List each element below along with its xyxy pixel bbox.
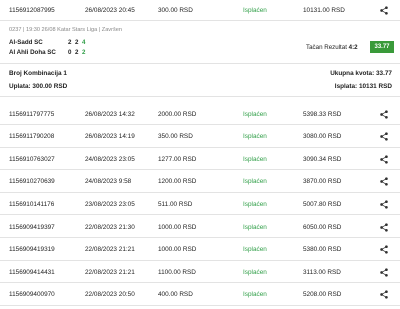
ticket-date: 22/08/2023 21:30 <box>85 223 135 231</box>
share-icon[interactable] <box>378 0 390 20</box>
ticket-row[interactable]: 1156909419397 22/08/2023 21:30 1000.00 RSD… <box>0 217 400 238</box>
ticket-id: 1156911790208 <box>9 133 55 141</box>
total-odds: Ukupna kvota: 33.77 <box>330 70 392 77</box>
ticket-date: 26/08/2023 14:32 <box>85 110 135 118</box>
ticket-status: Isplaćen <box>243 133 267 141</box>
ticket-detail: 0237 | 19:30 26/08 Katar Stars Liga | Za… <box>0 21 400 97</box>
ticket-payout: 3080.00 RSD <box>303 133 342 141</box>
ticket-stake: 511.00 RSD <box>158 200 193 208</box>
ticket-stake: 1000.00 RSD <box>158 223 197 231</box>
ticket-date: 26/08/2023 20:45 <box>85 6 135 14</box>
ticket-stake: 400.00 RSD <box>158 291 193 299</box>
ticket-stake: 1000.00 RSD <box>158 246 197 254</box>
share-icon[interactable] <box>378 217 390 237</box>
ticket-payout: 5007.80 RSD <box>303 200 342 208</box>
share-icon[interactable] <box>378 104 390 124</box>
share-icon[interactable] <box>378 262 390 282</box>
ticket-id: 1156909400970 <box>9 291 55 299</box>
ticket-status: Isplaćen <box>243 110 267 118</box>
ticket-payout: 5380.00 RSD <box>303 246 342 254</box>
ticket-stake: 1277.00 RSD <box>158 155 197 163</box>
bet-market-value: 4:2 <box>348 44 358 51</box>
ticket-payout: 5208.00 RSD <box>303 291 342 299</box>
ticket-row[interactable]: 1156911790208 26/08/2023 14:19 350.00 RSD I… <box>0 127 400 148</box>
match-meta: 0237 | 19:30 26/08 Katar Stars Liga | Za… <box>9 27 122 33</box>
ticket-stake: 300.00 RSD <box>158 6 193 14</box>
ticket-id: 1156912087995 <box>9 6 55 14</box>
ticket-date: 22/08/2023 20:50 <box>85 291 135 299</box>
payout-amount: Isplata: 10131 RSD <box>334 83 392 90</box>
ticket-status: Isplaćen <box>243 223 267 231</box>
payment-amount: Uplata: 300.00 RSD <box>9 83 68 90</box>
share-icon[interactable] <box>378 172 390 192</box>
ticket-status: Isplaćen <box>243 246 267 254</box>
ticket-row[interactable]: 1156910270639 24/08/2023 9:58 1200.00 RSD I… <box>0 172 400 193</box>
ticket-row[interactable]: 1156911797775 26/08/2023 14:32 2000.00 RSD… <box>0 104 400 125</box>
ticket-payout: 6050.00 RSD <box>303 223 342 231</box>
ticket-payout: 5398.33 RSD <box>303 110 342 118</box>
combination-count: Broj Kombinacija 1 <box>9 70 67 77</box>
ticket-id: 1156909419319 <box>9 246 55 254</box>
home-score-2: 2 <box>75 39 79 46</box>
odd-badge: 33.77 <box>370 41 394 53</box>
ticket-stake: 1200.00 RSD <box>158 178 197 186</box>
ticket-status: Isplaćen <box>243 268 267 276</box>
ticket-status: Isplaćen <box>243 178 267 186</box>
home-score-ft: 4 <box>82 39 86 46</box>
away-score-ht: 0 <box>68 49 72 56</box>
ticket-stake: 2000.00 RSD <box>158 110 197 118</box>
share-icon[interactable] <box>378 127 390 147</box>
ticket-id: 1156910270639 <box>9 178 55 186</box>
ticket-date: 24/08/2023 23:05 <box>85 155 135 163</box>
ticket-status: Isplaćen <box>243 6 267 14</box>
ticket-date: 24/08/2023 9:58 <box>85 178 132 186</box>
ticket-row[interactable]: 1156910763027 24/08/2023 23:05 1277.00 RSD… <box>0 149 400 171</box>
ticket-id: 1156910141176 <box>9 200 55 208</box>
ticket-status: Isplaćen <box>243 200 267 208</box>
ticket-id: 1156909419397 <box>9 223 55 231</box>
share-icon[interactable] <box>378 149 390 169</box>
ticket-payout: 3113.00 RSD <box>303 268 341 276</box>
ticket-date: 26/08/2023 14:19 <box>85 133 135 141</box>
share-icon[interactable] <box>378 285 390 305</box>
ticket-id: 1156911797775 <box>9 110 55 118</box>
bet-market-label: Tačan Rezultat <box>306 44 347 51</box>
ticket-stake: 350.00 RSD <box>158 133 193 141</box>
ticket-date: 22/08/2023 21:21 <box>85 246 135 254</box>
ticket-status: Isplaćen <box>243 155 267 163</box>
ticket-row[interactable]: 1156910141176 23/08/2023 23:05 511.00 RSD I… <box>0 194 400 216</box>
ticket-id: 1156909414431 <box>9 268 55 276</box>
ticket-payout: 10131.00 RSD <box>303 6 345 14</box>
ticket-date: 22/08/2023 21:21 <box>85 268 135 276</box>
ticket-summary: Broj Kombinacija 1 Uplata: 300.00 RSD Uk… <box>0 63 400 97</box>
ticket-row[interactable]: 1156909400970 22/08/2023 20:50 400.00 RSD I… <box>0 285 400 306</box>
ticket-payout: 3870.00 RSD <box>303 178 342 186</box>
ticket-payout: 3090.34 RSD <box>303 155 342 163</box>
away-score-ft: 2 <box>82 49 86 56</box>
ticket-stake: 1100.00 RSD <box>158 268 196 276</box>
away-score-2: 2 <box>75 49 79 56</box>
ticket-row[interactable]: 1156912087995 26/08/2023 20:45 300.00 RS… <box>0 0 400 21</box>
ticket-id: 1156910763027 <box>9 155 55 163</box>
away-team: Al Ahli Doha SC <box>9 49 56 56</box>
ticket-date: 23/08/2023 23:05 <box>85 200 135 208</box>
share-icon[interactable] <box>378 194 390 214</box>
ticket-row[interactable]: 1156909414431 22/08/2023 21:21 1100.00 RSD… <box>0 262 400 284</box>
bet-market: Tačan Rezultat 4:2 <box>306 44 358 51</box>
share-icon[interactable] <box>378 240 390 260</box>
ticket-row[interactable]: 1156909419319 22/08/2023 21:21 1000.00 RSD… <box>0 240 400 261</box>
home-team: Al-Sadd SC <box>9 39 43 46</box>
home-score-ht: 2 <box>68 39 72 46</box>
ticket-status: Isplaćen <box>243 291 267 299</box>
